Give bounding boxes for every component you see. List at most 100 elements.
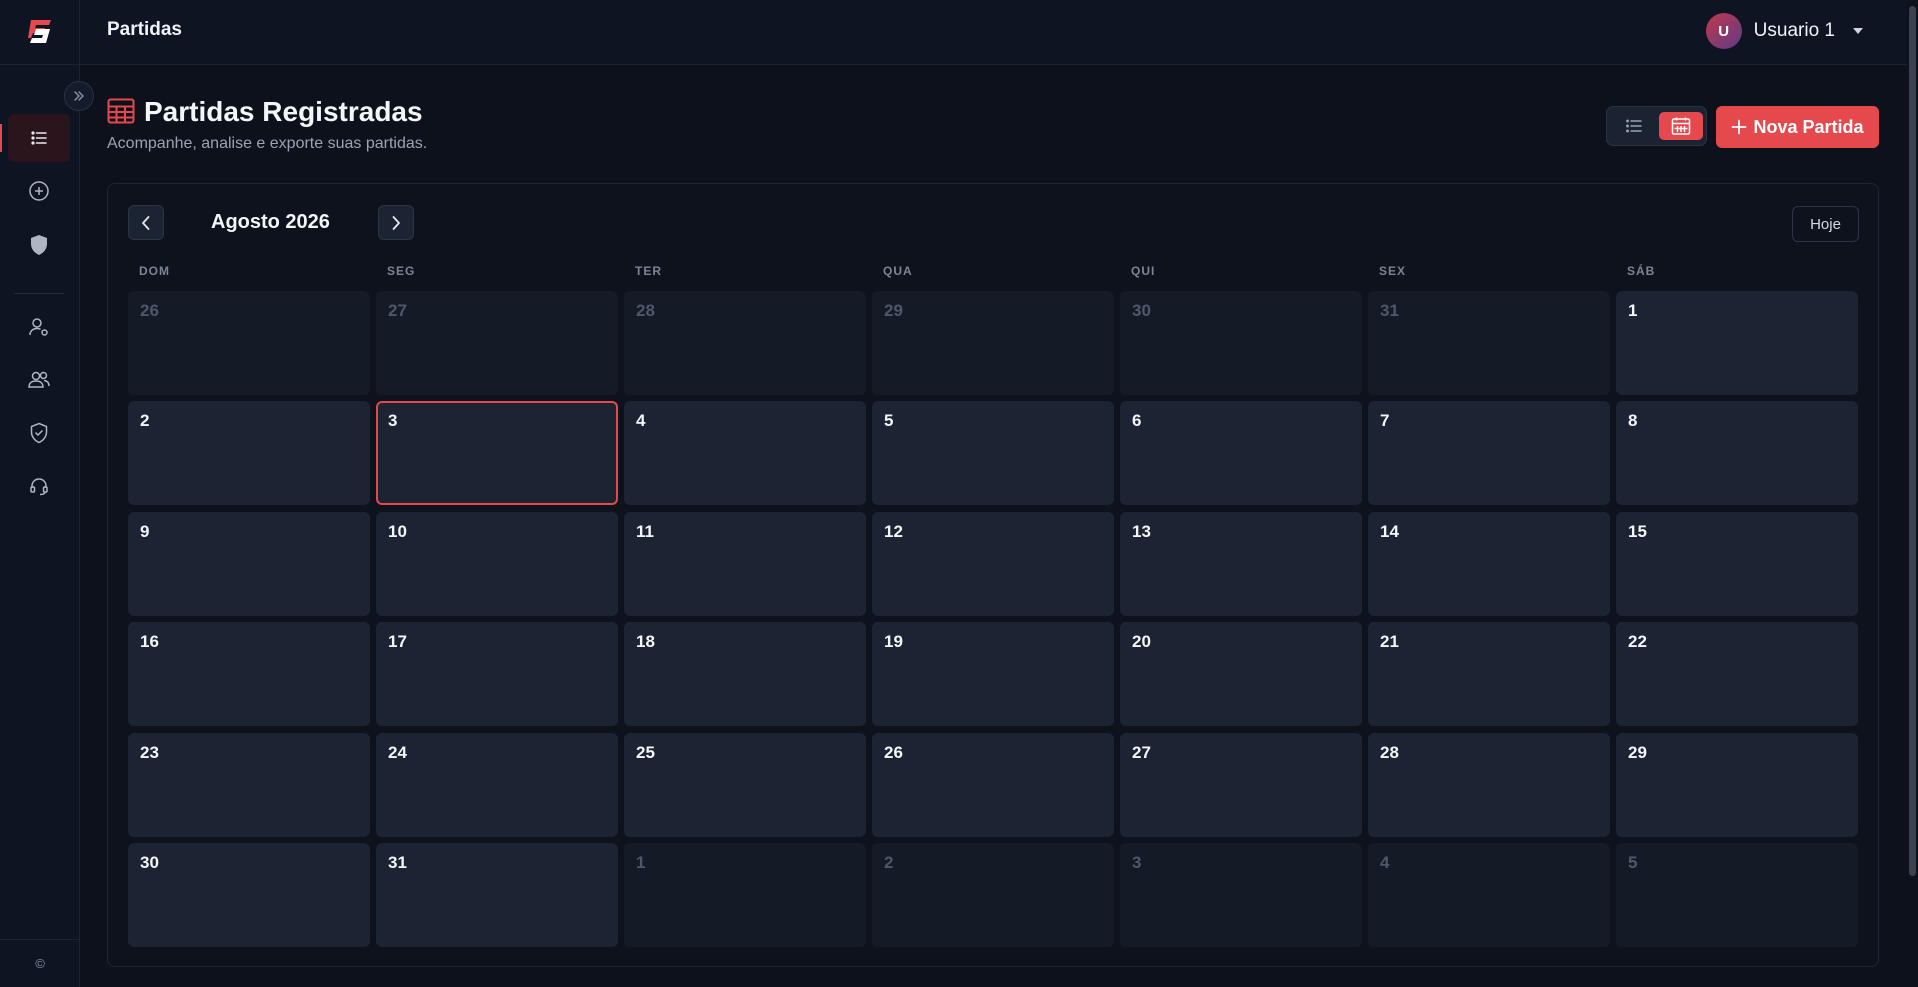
weekday-label: SEG [387, 264, 416, 278]
chevrons-right-icon [74, 91, 84, 101]
day-number: 20 [1132, 632, 1151, 651]
copyright-text: © [35, 956, 45, 971]
scrollbar-thumb[interactable] [1909, 6, 1916, 876]
day-number: 29 [1628, 743, 1647, 762]
sidebar-item-nova[interactable] [8, 167, 70, 215]
calendar-view-button[interactable] [1659, 112, 1703, 140]
plus-icon [1732, 119, 1747, 135]
calendar-day-today[interactable]: 3 [376, 401, 618, 505]
calendar-day[interactable]: 4 [624, 401, 866, 505]
calendar-day[interactable]: 6 [1120, 401, 1362, 505]
sidebar-top-divider [0, 64, 80, 65]
shield-check-icon [30, 422, 48, 444]
calendar-day[interactable]: 26 [872, 733, 1114, 837]
new-match-button[interactable]: Nova Partida [1716, 106, 1879, 148]
day-number: 30 [1132, 301, 1151, 320]
day-number: 16 [140, 632, 159, 651]
prev-month-button[interactable] [128, 205, 164, 240]
calendar-day[interactable]: 23 [128, 733, 370, 837]
calendar-day[interactable]: 8 [1616, 401, 1858, 505]
shield-icon [31, 235, 47, 255]
today-button[interactable]: Hoje [1792, 206, 1859, 242]
sidebar-toggle-button[interactable] [64, 81, 94, 111]
sidebar-item-support[interactable] [8, 462, 70, 510]
day-number: 30 [140, 853, 159, 872]
next-month-button[interactable] [378, 205, 414, 240]
top-bar-title: Partidas [107, 19, 182, 40]
list-icon [31, 131, 47, 145]
calendar-day[interactable]: 20 [1120, 622, 1362, 726]
calendar-day[interactable]: 31 [1368, 291, 1610, 395]
day-number: 12 [884, 522, 903, 541]
top-bar: Partidas U Usuario 1 [80, 0, 1907, 65]
app-logo[interactable] [24, 16, 54, 46]
view-toggle [1606, 106, 1707, 146]
user-menu[interactable]: U Usuario 1 [1705, 13, 1863, 49]
calendar-day[interactable]: 16 [128, 622, 370, 726]
day-number: 24 [388, 743, 407, 762]
calendar-day[interactable]: 5 [872, 401, 1114, 505]
calendar-day[interactable]: 29 [872, 291, 1114, 395]
scrollbar[interactable] [1907, 0, 1918, 987]
day-number: 29 [884, 301, 903, 320]
calendar-day[interactable]: 2 [872, 843, 1114, 947]
new-match-label: Nova Partida [1753, 116, 1864, 137]
chevron-down-icon [1853, 28, 1863, 34]
calendar-day[interactable]: 22 [1616, 622, 1858, 726]
table-icon [107, 98, 135, 124]
calendar-day[interactable]: 13 [1120, 512, 1362, 616]
day-number: 26 [884, 743, 903, 762]
calendar-day[interactable]: 1 [624, 843, 866, 947]
calendar-day[interactable]: 17 [376, 622, 618, 726]
page-title: Partidas Registradas [144, 96, 423, 127]
day-number: 18 [636, 632, 655, 651]
sidebar-item-users[interactable] [8, 356, 70, 404]
weekday-label: DOM [139, 264, 170, 278]
day-number: 10 [388, 522, 407, 541]
day-number: 3 [1132, 853, 1142, 872]
calendar-day[interactable]: 4 [1368, 843, 1610, 947]
list-view-button[interactable] [1612, 112, 1656, 140]
month-label: Agosto 2026 [211, 211, 330, 233]
calendar-day[interactable]: 10 [376, 512, 618, 616]
calendar-day[interactable]: 14 [1368, 512, 1610, 616]
calendar-day[interactable]: 5 [1616, 843, 1858, 947]
calendar-day[interactable]: 9 [128, 512, 370, 616]
sidebar-item-security[interactable] [8, 409, 70, 457]
calendar-day[interactable]: 12 [872, 512, 1114, 616]
day-number: 21 [1380, 632, 1399, 651]
calendar-day[interactable]: 30 [128, 843, 370, 947]
calendar-day[interactable]: 18 [624, 622, 866, 726]
calendar-day[interactable]: 19 [872, 622, 1114, 726]
user-gear-icon [29, 318, 48, 336]
calendar-day[interactable]: 11 [624, 512, 866, 616]
calendar-day[interactable]: 31 [376, 843, 618, 947]
day-number: 26 [140, 301, 159, 320]
sidebar-item-shield[interactable] [8, 221, 70, 269]
calendar-day[interactable]: 24 [376, 733, 618, 837]
calendar-day[interactable]: 7 [1368, 401, 1610, 505]
calendar-day[interactable]: 28 [624, 291, 866, 395]
calendar-day[interactable]: 30 [1120, 291, 1362, 395]
calendar-day[interactable]: 21 [1368, 622, 1610, 726]
calendar-day[interactable]: 25 [624, 733, 866, 837]
day-number: 31 [1380, 301, 1399, 320]
weekday-label: SÁB [1627, 264, 1656, 278]
calendar-day[interactable]: 26 [128, 291, 370, 395]
sidebar-item-user-settings[interactable] [8, 303, 70, 351]
calendar-day[interactable]: 1 [1616, 291, 1858, 395]
sidebar-item-partidas[interactable] [0, 114, 70, 162]
calendar-day[interactable]: 3 [1120, 843, 1362, 947]
day-number: 23 [140, 743, 159, 762]
sidebar-divider [14, 293, 64, 294]
day-number: 8 [1628, 411, 1638, 430]
day-number: 2 [884, 853, 894, 872]
day-number: 4 [636, 411, 646, 430]
calendar-day[interactable]: 15 [1616, 512, 1858, 616]
calendar-day[interactable]: 29 [1616, 733, 1858, 837]
calendar-day[interactable]: 27 [1120, 733, 1362, 837]
calendar-day[interactable]: 2 [128, 401, 370, 505]
avatar: U [1705, 13, 1742, 49]
calendar-day[interactable]: 27 [376, 291, 618, 395]
calendar-day[interactable]: 28 [1368, 733, 1610, 837]
